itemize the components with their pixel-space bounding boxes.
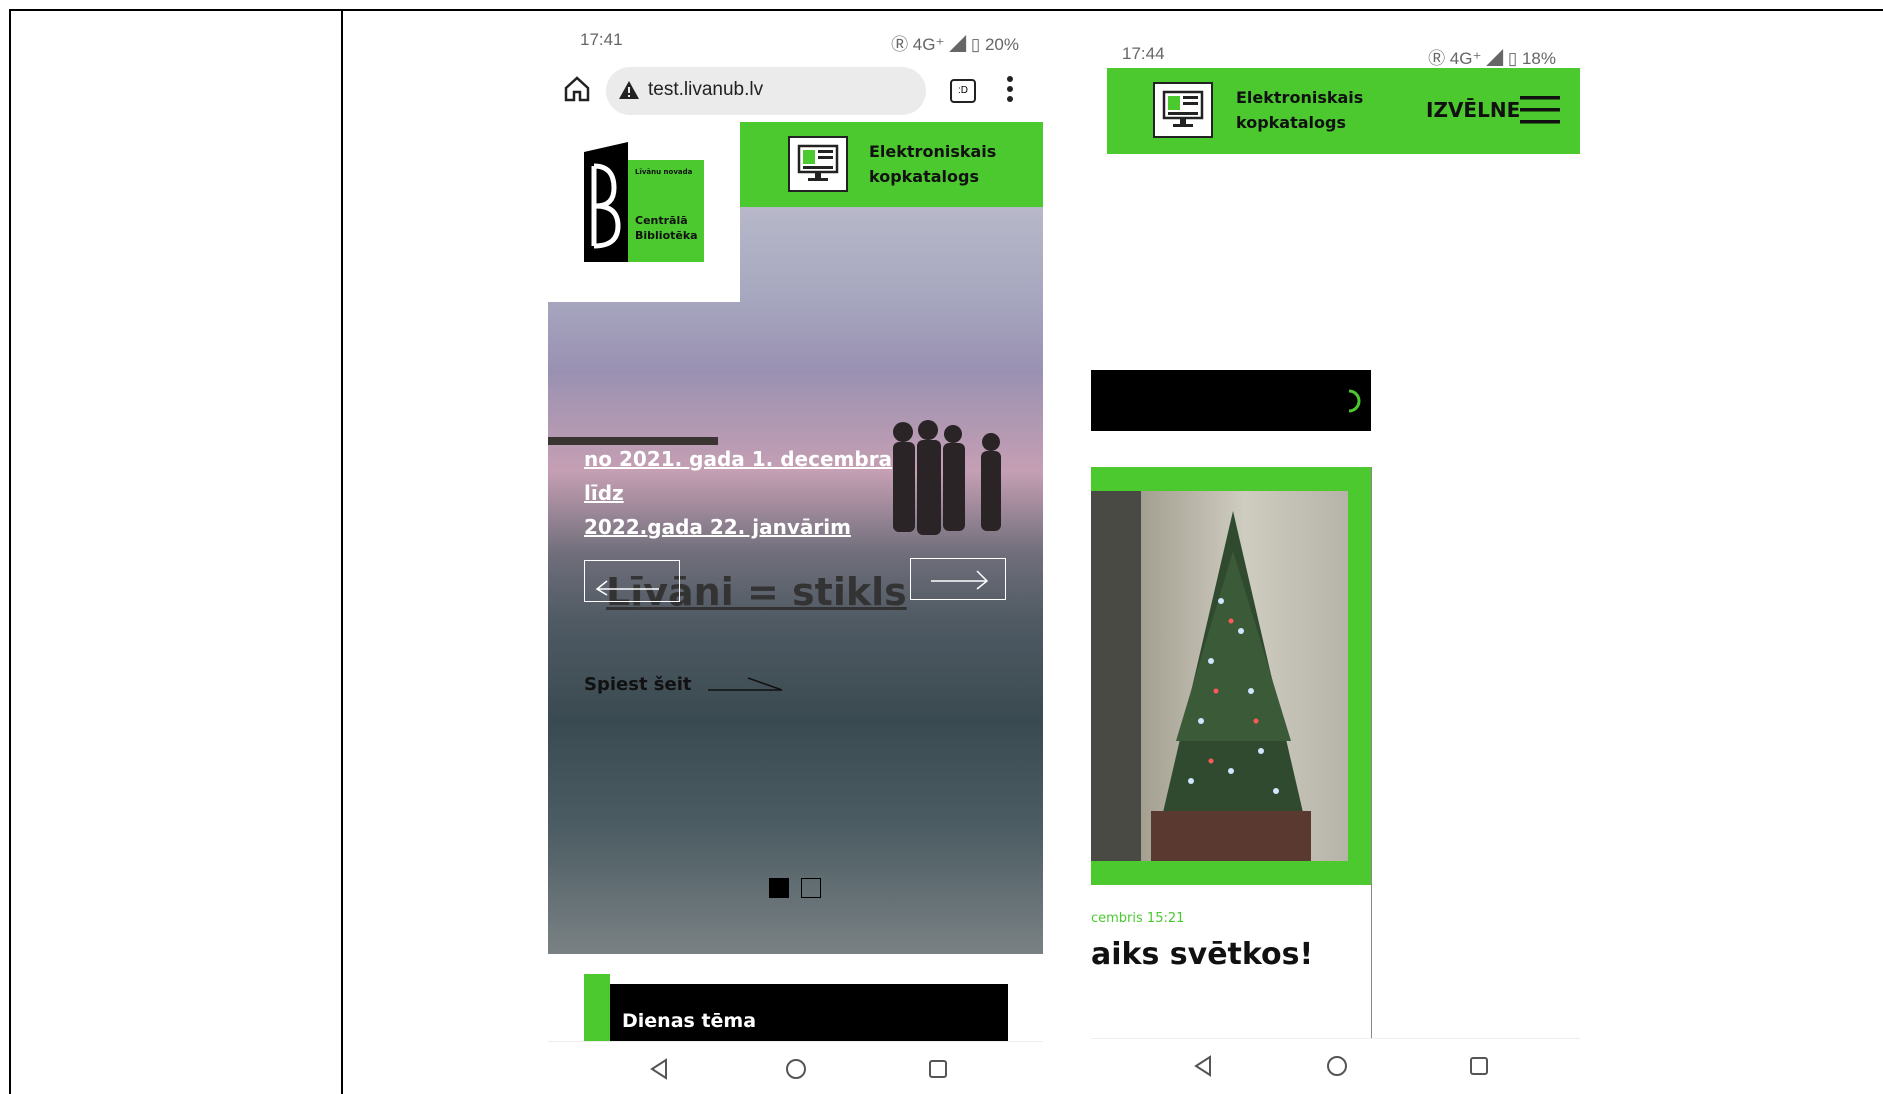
status-time: 17:44 <box>1122 44 1165 63</box>
home-circle-icon[interactable] <box>782 1056 810 1082</box>
site-header: Elektroniskais kopkatalogs IZVĒLNE <box>1107 68 1580 154</box>
catalog-label-line-1: Elektroniskais <box>1236 88 1364 107</box>
card-image-frame <box>1091 467 1371 885</box>
slider-dot-active[interactable] <box>769 878 789 898</box>
spinner-icon <box>1348 389 1361 413</box>
catalog-label-line-1: Elektroniskais <box>869 142 997 161</box>
section-accent <box>584 974 610 1042</box>
home-icon[interactable] <box>562 74 592 104</box>
address-bar[interactable]: test.livanub.lv <box>606 67 926 115</box>
catalog-label: Elektroniskais kopkatalogs <box>869 139 996 189</box>
christmas-tree-photo <box>1091 491 1348 861</box>
url-text: test.livanub.lv <box>648 79 764 100</box>
site-logo[interactable]: Līvānu novada Centrālā Bibliotēka <box>548 122 740 302</box>
card-date: cembris 15:21 <box>1091 911 1185 926</box>
catalog-label-line-2: kopkatalogs <box>869 167 979 186</box>
table-column-divider <box>341 9 343 1094</box>
cta-link[interactable]: Spiest šeit <box>584 674 692 695</box>
computer-monitor-icon <box>788 136 848 192</box>
back-icon[interactable] <box>646 1056 674 1082</box>
computer-monitor-icon[interactable] <box>1153 82 1213 138</box>
more-menu-icon[interactable] <box>1006 74 1014 104</box>
status-indicators: Ⓡ 4G⁺ ◢ ▯ 20% <box>891 35 1019 54</box>
library-logo-icon: Līvānu novada Centrālā Bibliotēka <box>584 142 704 262</box>
status-time: 17:41 <box>580 30 623 49</box>
section-heading-dienas-tema[interactable]: Dienas tēma <box>584 974 1008 1042</box>
section-label: Dienas tēma <box>622 1010 757 1032</box>
logo-text-small: Līvānu novada <box>635 168 693 176</box>
home-circle-icon[interactable] <box>1323 1053 1351 1079</box>
news-card[interactable]: cembris 15:21 aiks svētkos! <box>1091 467 1372 1039</box>
browser-toolbar: test.livanub.lv :D <box>548 62 1043 120</box>
warning-icon <box>619 81 639 99</box>
slide-date[interactable]: no 2021. gada 1. decembra līdz 2022.gada… <box>584 442 914 544</box>
menu-label[interactable]: IZVĒLNE <box>1426 98 1520 122</box>
catalog-label[interactable]: Elektroniskais kopkatalogs <box>1236 85 1363 135</box>
status-bar: 17:41 Ⓡ 4G⁺ ◢ ▯ 20% <box>548 20 1043 60</box>
catalog-label-line-2: kopkatalogs <box>1236 113 1346 132</box>
card-title[interactable]: aiks svētkos! <box>1091 937 1313 972</box>
logo-text-line-3: Bibliotēka <box>635 229 698 242</box>
back-icon[interactable] <box>1190 1053 1218 1079</box>
hamburger-menu-icon[interactable] <box>1520 94 1560 126</box>
phone-screenshot-2: 17:44 Ⓡ 4G⁺ ◢ ▯ 18% Elektroniskais kopka… <box>1091 36 1580 1094</box>
arrow-left-icon <box>595 580 659 596</box>
slider-dot[interactable] <box>801 878 821 898</box>
website-viewport: no 2021. gada 1. decembra līdz 2022.gada… <box>548 122 1043 1042</box>
recents-icon[interactable] <box>1465 1053 1493 1079</box>
slider-prev-button[interactable] <box>584 560 680 602</box>
christmas-tree-icon <box>1091 491 1311 861</box>
android-nav-bar <box>1091 1038 1580 1094</box>
loading-banner <box>1091 370 1371 431</box>
status-indicators: Ⓡ 4G⁺ ◢ ▯ 18% <box>1428 49 1556 68</box>
tabs-button[interactable]: :D <box>950 79 976 103</box>
catalog-link[interactable]: Elektroniskais kopkatalogs <box>740 122 1043 207</box>
slide-date-line-2: līdz <box>584 481 624 505</box>
android-nav-bar <box>548 1041 1043 1094</box>
logo-text-line-2: Centrālā <box>635 214 688 227</box>
slider-next-button[interactable] <box>910 558 1006 600</box>
recents-icon[interactable] <box>924 1056 952 1082</box>
slide-date-line-3: 2022.gada 22. janvārim <box>584 515 851 539</box>
slide-date-line-1: no 2021. gada 1. decembra <box>584 447 893 471</box>
arrow-right-icon <box>931 570 989 590</box>
cta-arrow-icon <box>708 677 783 691</box>
phone-screenshot-1: 17:41 Ⓡ 4G⁺ ◢ ▯ 20% test.livanub.lv :D n… <box>548 20 1043 1094</box>
